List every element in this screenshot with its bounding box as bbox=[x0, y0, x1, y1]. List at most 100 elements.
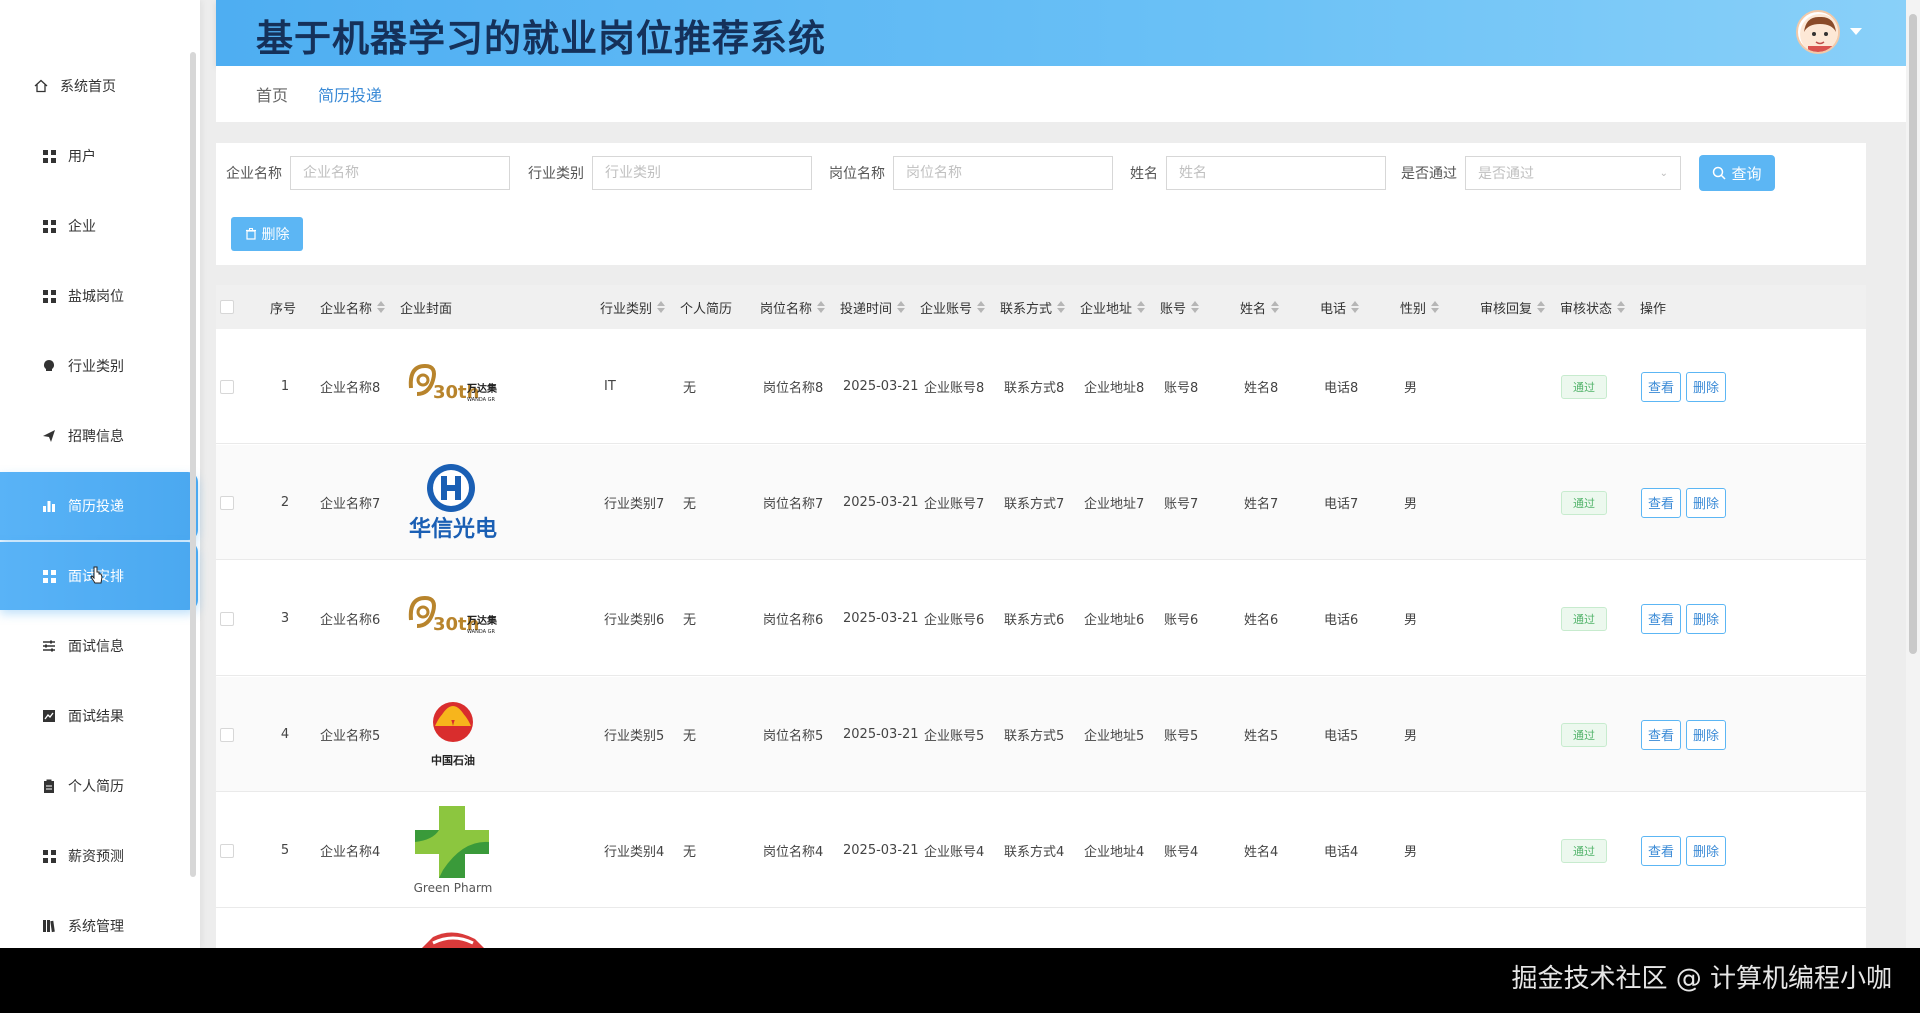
sidebar-item-11[interactable]: 个人简历 bbox=[0, 752, 198, 820]
sort-icon[interactable] bbox=[1057, 301, 1066, 313]
col-company-account[interactable]: 企业账号 bbox=[920, 285, 986, 329]
sort-icon[interactable] bbox=[1271, 301, 1280, 313]
industry-search-input[interactable] bbox=[592, 156, 812, 190]
user-avatar[interactable] bbox=[1796, 10, 1840, 54]
cell-address: 企业地址8 bbox=[1084, 381, 1145, 396]
sidebar-item-9[interactable]: 面试信息 bbox=[0, 612, 198, 680]
batch-delete-button[interactable]: 删除 bbox=[231, 217, 303, 251]
cell-time: 2025-03-21 bbox=[843, 842, 919, 858]
cell-company_account: 企业账号8 bbox=[924, 381, 985, 396]
col-position[interactable]: 岗位名称 bbox=[760, 285, 826, 329]
sort-icon[interactable] bbox=[1137, 301, 1146, 313]
cell-contact: 联系方式4 bbox=[1004, 845, 1065, 860]
col-name[interactable]: 姓名 bbox=[1240, 285, 1280, 329]
col-account[interactable]: 账号 bbox=[1160, 285, 1200, 329]
position-search-input[interactable] bbox=[893, 156, 1113, 190]
cell-position: 岗位名称5 bbox=[763, 729, 824, 744]
main-scrollbar[interactable] bbox=[1906, 0, 1920, 948]
cell-company: 企业名称8 bbox=[320, 381, 381, 396]
view-button[interactable]: 查看 bbox=[1641, 603, 1681, 634]
svg-text:中国石油: 中国石油 bbox=[431, 753, 475, 767]
col-contact[interactable]: 联系方式 bbox=[1000, 285, 1066, 329]
company-search-input[interactable] bbox=[290, 156, 510, 190]
submissions-table: 序号 企业名称 企业封面 行业类别 个人简历 岗位名称 投递时间 企业账号 联系… bbox=[216, 285, 1866, 948]
cell-time: 2025-03-21 bbox=[843, 610, 919, 626]
view-button[interactable]: 查看 bbox=[1641, 487, 1681, 518]
view-button[interactable]: 查看 bbox=[1641, 719, 1681, 750]
delete-button[interactable]: 删除 bbox=[1686, 487, 1726, 518]
col-phone[interactable]: 电话 bbox=[1320, 285, 1360, 329]
sidebar-item-label: 个人简历 bbox=[68, 779, 124, 795]
col-gender[interactable]: 性别 bbox=[1400, 285, 1440, 329]
company-logo-huaxin: 华信光电 bbox=[403, 450, 503, 550]
breadcrumb: 首页 简历投递 bbox=[216, 66, 1906, 122]
row-checkbox[interactable] bbox=[220, 843, 234, 858]
sidebar-scrollbar[interactable] bbox=[190, 52, 196, 877]
cell-contact: 联系方式6 bbox=[1004, 613, 1065, 628]
grid-icon bbox=[42, 569, 56, 583]
grid-icon bbox=[42, 149, 56, 163]
sidebar-item-5[interactable]: 行业类别 bbox=[0, 332, 198, 400]
col-address-label: 企业地址 bbox=[1080, 301, 1133, 317]
sort-icon[interactable] bbox=[977, 301, 986, 313]
mouse-cursor-icon bbox=[90, 566, 103, 584]
select-all-checkbox[interactable] bbox=[220, 300, 234, 314]
col-review-status[interactable]: 审核状态 bbox=[1560, 285, 1626, 329]
query-button[interactable]: 查询 bbox=[1699, 155, 1775, 191]
avatar-dropdown-caret-icon[interactable] bbox=[1850, 28, 1862, 35]
industry-filter-label: 行业类别 bbox=[528, 166, 584, 182]
sidebar-item-6[interactable]: 招聘信息 bbox=[0, 402, 198, 470]
sort-icon[interactable] bbox=[1191, 301, 1200, 313]
sort-icon[interactable] bbox=[657, 301, 666, 313]
trash-icon bbox=[245, 228, 256, 240]
sidebar-item-1[interactable]: 系统首页 bbox=[0, 52, 198, 120]
sort-icon[interactable] bbox=[1351, 301, 1360, 313]
row-checkbox[interactable] bbox=[220, 379, 234, 394]
chevron-down-icon: ⌄ bbox=[1659, 167, 1668, 179]
sidebar-item-3[interactable]: 企业 bbox=[0, 192, 198, 260]
company-filter-label: 企业名称 bbox=[226, 166, 282, 182]
cell-company_account: 企业账号6 bbox=[924, 613, 985, 628]
sort-icon[interactable] bbox=[1431, 301, 1440, 313]
delete-button[interactable]: 删除 bbox=[1686, 603, 1726, 634]
sidebar-item-label: 盐城岗位 bbox=[68, 289, 124, 305]
svg-text:万达集: 万达集 bbox=[466, 614, 498, 627]
sidebar-item-12[interactable]: 薪资预测 bbox=[0, 822, 198, 890]
breadcrumb-current: 简历投递 bbox=[318, 86, 383, 105]
sort-icon[interactable] bbox=[377, 301, 386, 313]
sidebar-item-4[interactable]: 盐城岗位 bbox=[0, 262, 198, 330]
view-button[interactable]: 查看 bbox=[1641, 835, 1681, 866]
row-checkbox[interactable] bbox=[220, 611, 234, 626]
view-button[interactable]: 查看 bbox=[1641, 371, 1681, 402]
breadcrumb-home[interactable]: 首页 bbox=[256, 82, 288, 106]
sort-icon[interactable] bbox=[1617, 301, 1626, 313]
row-checkbox[interactable] bbox=[220, 495, 234, 510]
cell-company: 企业名称6 bbox=[320, 613, 381, 628]
home-icon bbox=[34, 79, 48, 93]
col-review-reply[interactable]: 审核回复 bbox=[1480, 285, 1546, 329]
main-scrollbar-thumb[interactable] bbox=[1909, 14, 1917, 654]
delete-button[interactable]: 删除 bbox=[1686, 719, 1726, 750]
delete-button[interactable]: 删除 bbox=[1686, 371, 1726, 402]
col-industry[interactable]: 行业类别 bbox=[600, 285, 666, 329]
cell-name: 姓名8 bbox=[1244, 381, 1279, 396]
sidebar-item-10[interactable]: 面试结果 bbox=[0, 682, 198, 750]
name-search-input[interactable] bbox=[1166, 156, 1386, 190]
sort-icon[interactable] bbox=[1537, 301, 1546, 313]
status-badge: 通过 bbox=[1561, 490, 1607, 515]
cell-resume: 无 bbox=[683, 729, 697, 744]
company-filter: 企业名称 bbox=[226, 156, 510, 190]
col-company[interactable]: 企业名称 bbox=[320, 285, 386, 329]
col-time[interactable]: 投递时间 bbox=[840, 285, 906, 329]
pass-select[interactable]: 是否通过 ⌄ bbox=[1465, 156, 1681, 190]
sidebar-item-7[interactable]: 简历投递 bbox=[0, 472, 198, 540]
sidebar-item-2[interactable]: 用户 bbox=[0, 122, 198, 190]
col-address[interactable]: 企业地址 bbox=[1080, 285, 1146, 329]
row-checkbox[interactable] bbox=[220, 727, 234, 742]
svg-text:万达集: 万达集 bbox=[466, 382, 498, 395]
col-industry-label: 行业类别 bbox=[600, 301, 653, 317]
sidebar-item-label: 行业类别 bbox=[68, 359, 124, 375]
delete-button[interactable]: 删除 bbox=[1686, 835, 1726, 866]
sort-icon[interactable] bbox=[897, 301, 906, 313]
sort-icon[interactable] bbox=[817, 301, 826, 313]
